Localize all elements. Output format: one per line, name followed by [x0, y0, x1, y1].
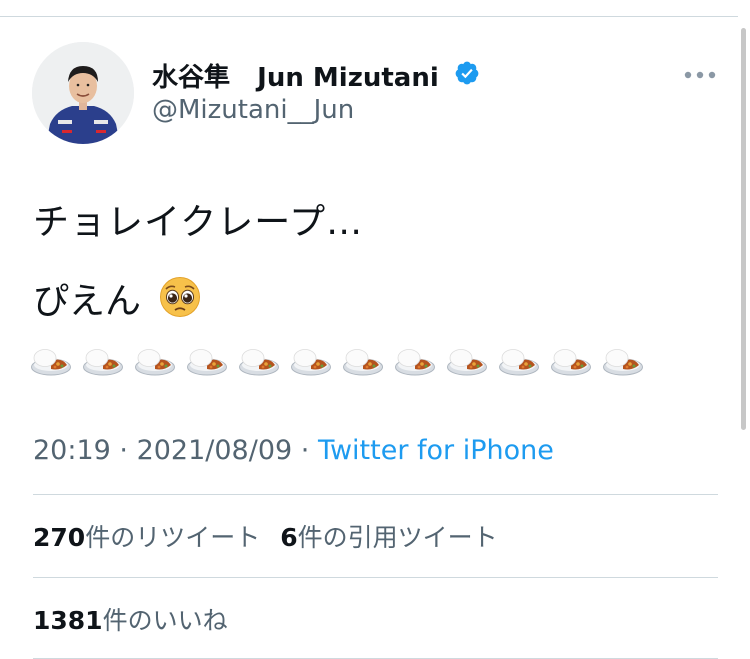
curry-rice-icon — [395, 349, 435, 376]
tweet-metadata: 20:19 · 2021/08/09 · Twitter for iPhone — [33, 435, 554, 466]
curry-rice-icon — [447, 349, 487, 376]
quotes-link[interactable]: 6件の引用ツイート — [280, 523, 497, 552]
curry-rice-icon — [239, 349, 279, 376]
meta-separator: · — [292, 435, 318, 466]
quote-label: 件の引用ツイート — [297, 523, 498, 552]
curry-rice-icon — [291, 349, 331, 376]
verified-badge-icon — [455, 61, 479, 85]
tweet-date[interactable]: 2021/08/09 — [137, 435, 293, 466]
curry-rice-icon — [187, 349, 227, 376]
curry-rice-icon — [551, 349, 591, 376]
curry-rice-icon — [343, 349, 383, 376]
pleading-face-icon — [160, 277, 200, 317]
tweet-text-line-2: ぴえん — [33, 281, 142, 322]
retweet-label: 件のリツイート — [85, 523, 261, 552]
likes-link[interactable]: 1381件のいいね — [33, 606, 228, 635]
source-link[interactable]: Twitter for iPhone — [318, 435, 554, 466]
retweet-count: 270 — [33, 523, 86, 552]
retweet-stats: 270件のリツイート 6件の引用ツイート — [33, 518, 498, 554]
display-name-en: Jun Mizutani — [257, 63, 439, 93]
like-label: 件のいいね — [102, 606, 228, 635]
tweet-time[interactable]: 20:19 — [33, 435, 111, 466]
more-icon[interactable] — [683, 70, 717, 80]
divider — [33, 577, 718, 578]
display-name-jp: 水谷隼 — [152, 63, 231, 93]
meta-separator: · — [110, 435, 137, 466]
tweet-text-line-1: チョレイクレープ… — [33, 202, 364, 243]
avatar[interactable] — [32, 42, 134, 144]
quote-count: 6 — [280, 523, 298, 552]
curry-rice-icon — [499, 349, 539, 376]
display-name[interactable]: 水谷隼 Jun Mizutani — [152, 57, 439, 94]
curry-rice-icon — [83, 349, 123, 376]
likes-stats: 1381件のいいね — [33, 601, 228, 637]
curry-rice-icon — [603, 349, 643, 376]
like-count: 1381 — [33, 606, 103, 635]
top-divider — [0, 16, 738, 17]
curry-rice-icon — [135, 349, 175, 376]
scrollbar-thumb[interactable] — [741, 28, 746, 430]
curry-rice-emoji-row — [31, 349, 643, 376]
user-handle[interactable]: @Mizutani__Jun — [152, 95, 354, 125]
divider — [33, 494, 718, 495]
retweets-link[interactable]: 270件のリツイート — [33, 523, 260, 552]
curry-rice-icon — [31, 349, 71, 376]
